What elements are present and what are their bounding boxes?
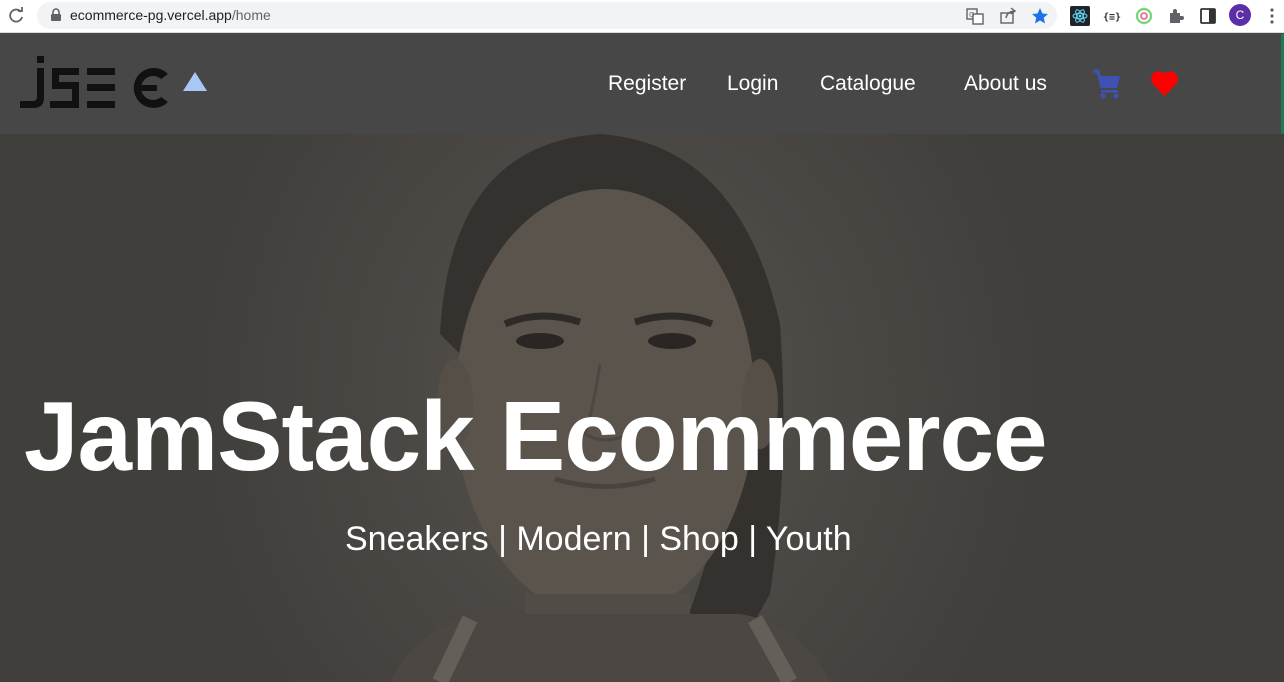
shopping-cart-icon[interactable] bbox=[1091, 68, 1123, 100]
svg-text:G: G bbox=[969, 11, 974, 19]
lock-icon[interactable] bbox=[49, 8, 63, 22]
side-panel-icon[interactable] bbox=[1197, 5, 1219, 27]
url-text[interactable]: ecommerce-pg.vercel.app/home bbox=[70, 7, 271, 23]
more-menu-icon[interactable] bbox=[1266, 6, 1278, 26]
profile-avatar[interactable]: C bbox=[1229, 4, 1251, 26]
svg-text:{≡}: {≡} bbox=[1103, 12, 1121, 23]
wishlist-heart-icon[interactable] bbox=[1150, 69, 1179, 97]
nav-login-link[interactable]: Login bbox=[727, 72, 778, 96]
extension-ring-icon[interactable] bbox=[1133, 5, 1155, 27]
nav-register-link[interactable]: Register bbox=[608, 72, 686, 96]
share-icon[interactable] bbox=[998, 6, 1018, 26]
reload-icon[interactable] bbox=[6, 6, 26, 26]
nav-catalogue-link[interactable]: Catalogue bbox=[820, 72, 916, 96]
site-header: Register Login Catalogue About us bbox=[0, 34, 1284, 134]
nav-about-link[interactable]: About us bbox=[964, 72, 1047, 96]
hero-section: JamStack Ecommerce Sneakers | Modern | S… bbox=[0, 134, 1284, 682]
hero-title: JamStack Ecommerce bbox=[24, 381, 1048, 491]
extensions-puzzle-icon[interactable] bbox=[1165, 5, 1187, 27]
browser-toolbar: ecommerce-pg.vercel.app/home G {≡} C bbox=[0, 0, 1284, 33]
url-path: /home bbox=[231, 7, 271, 23]
hero-tagline: Sneakers | Modern | Shop | Youth bbox=[345, 520, 852, 558]
address-bar[interactable]: ecommerce-pg.vercel.app/home G bbox=[37, 2, 1057, 29]
url-host: ecommerce-pg.vercel.app bbox=[70, 7, 232, 23]
json-formatter-icon[interactable]: {≡} bbox=[1101, 5, 1123, 27]
bookmark-star-icon[interactable] bbox=[1030, 6, 1050, 26]
site-logo[interactable] bbox=[15, 52, 215, 110]
translate-icon[interactable]: G bbox=[965, 6, 985, 26]
react-devtools-icon[interactable] bbox=[1069, 5, 1091, 27]
